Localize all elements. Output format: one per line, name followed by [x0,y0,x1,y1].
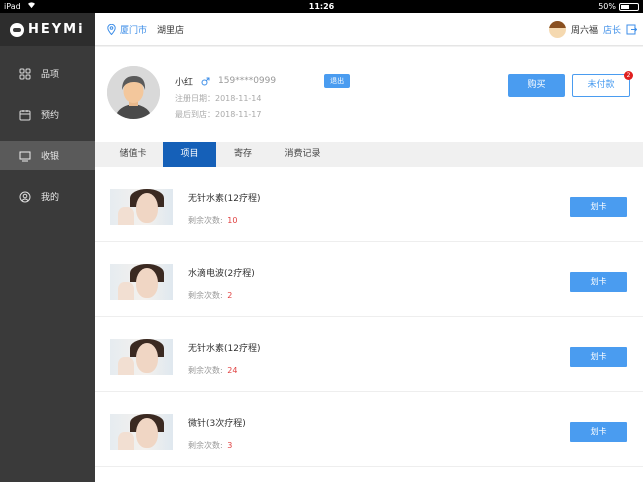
item-name: 微针(3次疗程) [188,419,246,429]
tab-stored-value-card[interactable]: 储值卡 [103,142,163,167]
project-list: 无针水素(12疗程) 剩余次数: 10 划卡 水滴电波(2疗程) 剩余次数: 2… [95,167,643,482]
member-card: 小红 159****0999 退出 注册日期：2018-11-14 最后到店：2… [95,47,643,142]
list-item: 无针水素(12疗程) 剩余次数: 24 划卡 [95,317,643,392]
monitor-icon [19,151,31,161]
location-selector[interactable]: 厦门市 湖里店 [107,13,184,46]
sidebar-item-label: 预约 [41,111,60,121]
remaining-count: 10 [227,216,238,225]
member-phone: 159****0999 [218,76,277,86]
buy-button[interactable]: 购买 [508,74,565,97]
remaining-count: 3 [227,441,233,450]
remaining-label: 剩余次数: [188,291,223,300]
logo-text: HEYMi [28,22,85,37]
remaining-label: 剩余次数: [188,216,223,225]
person-avatar-icon [107,66,160,119]
store-label: 湖里店 [157,26,185,36]
user-area: 周六福 店长 [548,13,643,46]
item-thumbnail [110,414,173,450]
item-thumbnail [110,339,173,375]
register-date: 注册日期：2018-11-14 [175,94,262,103]
item-thumbnail [110,189,173,225]
last-visit-date: 最后到店：2018-11-17 [175,110,262,119]
swipe-card-button[interactable]: 划卡 [570,272,627,292]
sidebar-item-cashier[interactable]: 收银 [0,141,95,170]
list-item: 水滴电波(2疗程) 剩余次数: 2 划卡 [95,242,643,317]
location-pin-icon [107,24,116,35]
sidebar-item-label: 收银 [41,152,60,162]
remaining-count: 2 [227,291,233,300]
item-thumbnail [110,264,173,300]
member-name-row: 小红 159****0999 退出 [175,74,351,88]
sidebar-item-label: 品项 [41,70,60,80]
status-bar: iPad 11:26 50% [0,0,643,13]
list-item: 无针水素(12疗程) 剩余次数: 10 划卡 [95,167,643,242]
unpaid-count-badge: 2 [624,71,633,80]
user-role: 店长 [602,26,621,36]
list-item: 微针(3次疗程) 剩余次数: 3 划卡 [95,392,643,467]
tab-projects[interactable]: 项目 [163,142,216,167]
grid-icon [19,68,31,79]
user-name: 周六福 [570,26,598,36]
member-name: 小红 [175,77,194,88]
male-icon [201,77,210,85]
clock: 11:26 [308,2,335,11]
member-logout-button[interactable]: 退出 [324,74,351,88]
sidebar-item-items[interactable]: 品项 [0,59,95,88]
logo-icon [10,22,24,37]
tab-storage[interactable]: 寄存 [216,142,270,167]
unpaid-label: 未付款 [587,80,615,90]
swipe-card-button[interactable]: 划卡 [570,197,627,217]
item-name: 无针水素(12疗程) [188,194,261,204]
tab-bar: 储值卡 项目 寄存 消费记录 [95,142,643,167]
member-avatar [107,66,160,119]
calendar-icon [19,109,31,120]
tab-consumption-records[interactable]: 消费记录 [270,142,335,167]
user-avatar [548,21,566,38]
battery-status: 50% [598,0,639,13]
battery-icon [619,2,639,11]
top-header: 厦门市 湖里店 周六福 店长 [95,13,643,46]
item-remaining: 剩余次数: 24 [188,365,237,376]
remaining-count: 24 [227,366,238,375]
swipe-card-button[interactable]: 划卡 [570,347,627,367]
remaining-label: 剩余次数: [188,441,223,450]
sidebar: HEYMi 品项 预约 收银 我的 [0,13,95,482]
item-name: 无针水素(12疗程) [188,344,261,354]
sidebar-item-appointments[interactable]: 预约 [0,100,95,129]
sidebar-item-label: 我的 [41,193,60,203]
remaining-label: 剩余次数: [188,366,223,375]
logout-icon[interactable] [626,24,637,35]
city-label: 厦门市 [120,26,148,36]
item-remaining: 剩余次数: 2 [188,290,232,301]
app-logo: HEYMi [0,13,95,46]
item-remaining: 剩余次数: 10 [188,215,237,226]
battery-percent: 50% [598,2,616,11]
item-remaining: 剩余次数: 3 [188,440,232,451]
sidebar-item-mine[interactable]: 我的 [0,182,95,211]
swipe-card-button[interactable]: 划卡 [570,422,627,442]
item-name: 水滴电波(2疗程) [188,269,255,279]
unpaid-button[interactable]: 未付款 2 [572,71,633,97]
user-icon [19,191,31,202]
